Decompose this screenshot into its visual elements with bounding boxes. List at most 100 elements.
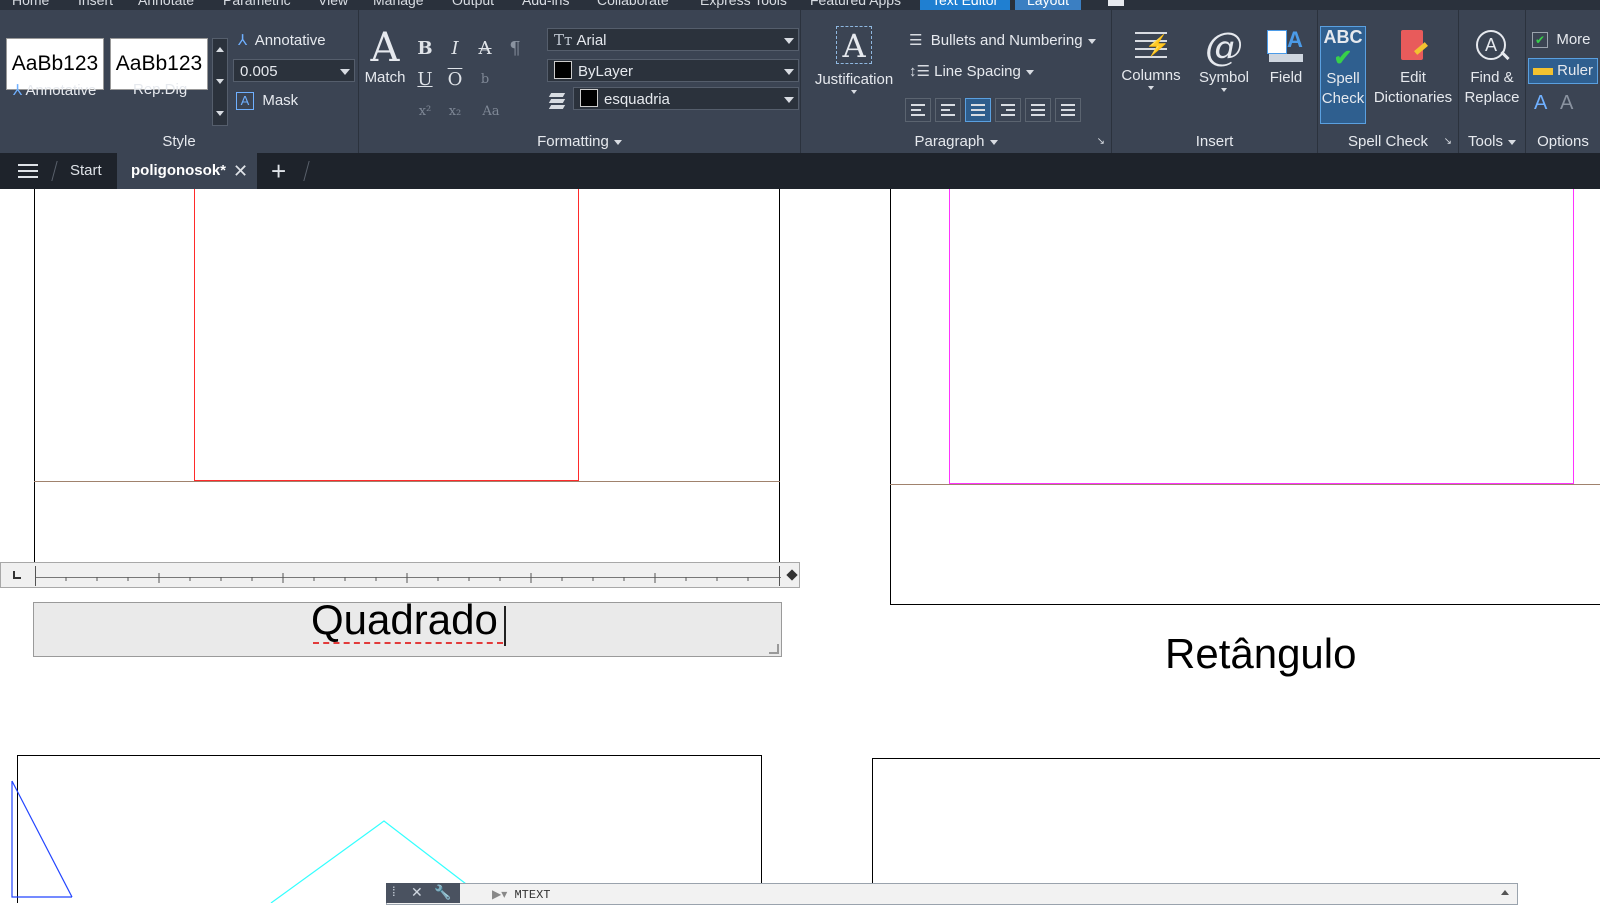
- at-symbol-icon: @: [1205, 25, 1243, 69]
- command-line-grip[interactable]: ⁞ ✕ 🔧: [386, 883, 460, 903]
- tab-add-ins[interactable]: Add-ins: [522, 0, 569, 10]
- layer-combo[interactable]: esquadria: [573, 87, 799, 110]
- find-replace-icon: A: [1474, 28, 1510, 68]
- font-combo[interactable]: Tт Arial: [547, 28, 799, 51]
- expand-styles-icon[interactable]: [216, 111, 224, 116]
- find-replace-button[interactable]: A Find & Replace: [1459, 26, 1525, 108]
- underline-icon[interactable]: U: [416, 71, 434, 89]
- align-right-button[interactable]: [995, 98, 1021, 122]
- scroll-down-icon[interactable]: [216, 79, 224, 84]
- tab-parametric[interactable]: Parametric: [223, 0, 291, 10]
- match-button[interactable]: A Match: [364, 28, 406, 88]
- chevron-down-icon: [851, 90, 857, 94]
- paragraph-format-icon[interactable]: ¶: [506, 40, 524, 58]
- customize-wrench-icon[interactable]: 🔧: [434, 884, 451, 901]
- new-tab-plus-icon[interactable]: +: [271, 153, 286, 189]
- chevron-down-icon: [989, 139, 998, 145]
- spell-check-button[interactable]: ABC ✔ Spell Check: [1320, 26, 1366, 124]
- justify-button[interactable]: [1025, 98, 1051, 122]
- checkbox-icon: ✔: [1532, 32, 1548, 48]
- justification-button[interactable]: A Justification: [811, 26, 897, 94]
- panel-insert-title: Insert: [1195, 133, 1234, 150]
- oblique-icon[interactable]: b: [476, 71, 494, 89]
- tab-poligonosok[interactable]: poligonosok*: [131, 153, 226, 189]
- tab-insert[interactable]: Insert: [78, 0, 113, 10]
- text-ruler[interactable]: [0, 562, 800, 588]
- command-history-up-icon[interactable]: [1501, 890, 1509, 895]
- panel-options-title: Options: [1537, 133, 1589, 150]
- columns-button[interactable]: ⚡ Columns: [1117, 26, 1185, 90]
- panel-tools-title[interactable]: Tools: [1459, 133, 1525, 150]
- tab-express-tools[interactable]: Express Tools: [700, 0, 787, 10]
- style-annotative-label: ⅄ Annotative: [13, 82, 97, 99]
- ruler-toggle[interactable]: Ruler: [1528, 58, 1598, 84]
- drawing-canvas[interactable]: [0, 189, 1600, 903]
- style-scroll[interactable]: [212, 38, 228, 126]
- bold-icon[interactable]: B: [416, 40, 434, 58]
- grip-dots-icon[interactable]: ⁞: [392, 884, 396, 899]
- scroll-up-icon[interactable]: [216, 47, 224, 52]
- superscript-icon[interactable]: x²: [416, 103, 434, 121]
- align-left-button[interactable]: [935, 98, 961, 122]
- annotative-toggle[interactable]: ⅄ Annotative: [238, 31, 326, 49]
- triangle-hypotenuse[interactable]: [11, 780, 73, 898]
- more-button[interactable]: ✔ More: [1532, 31, 1591, 48]
- panel-paragraph-title[interactable]: Paragraph: [801, 133, 1111, 150]
- italic-icon[interactable]: I: [446, 40, 464, 58]
- resize-grip-icon[interactable]: [769, 644, 779, 654]
- rectangle-shape[interactable]: [949, 189, 1574, 484]
- mtext-editor-text[interactable]: Quadrado: [311, 596, 498, 644]
- right-frame-divider: [890, 484, 1600, 485]
- panel-formatting-title[interactable]: Formatting: [359, 133, 800, 150]
- line-spacing-icon: ↕☰: [909, 63, 930, 80]
- chevron-down-icon: [1148, 86, 1154, 90]
- tab-view[interactable]: View: [318, 0, 348, 10]
- symbol-button[interactable]: @ Symbol: [1196, 26, 1252, 92]
- tab-output[interactable]: Output: [452, 0, 494, 10]
- text-height-combo[interactable]: 0.005: [233, 59, 355, 82]
- subscript-icon[interactable]: x₂: [446, 103, 464, 121]
- tab-stop-icon[interactable]: [13, 571, 21, 579]
- rectangle-label[interactable]: Retângulo: [1165, 630, 1356, 678]
- ribbon: Home Insert Annotate Parametric View Man…: [0, 0, 1600, 153]
- quick-access-icon[interactable]: [1108, 0, 1124, 6]
- tab-collaborate[interactable]: Collaborate: [597, 0, 669, 10]
- width-resize-diamond-icon[interactable]: [786, 569, 798, 581]
- chevron-down-icon: [1508, 139, 1517, 145]
- tab-manage[interactable]: Manage: [373, 0, 424, 10]
- square-shape[interactable]: [194, 189, 579, 481]
- edit-dictionaries-button[interactable]: Edit Dictionaries: [1370, 26, 1456, 108]
- paragraph-dialog-launcher-icon[interactable]: ↘: [1097, 136, 1105, 147]
- line-spacing-button[interactable]: ↕☰ Line Spacing: [909, 62, 1034, 80]
- color-combo[interactable]: ByLayer: [547, 59, 799, 82]
- close-command-line-icon[interactable]: ✕: [411, 884, 423, 901]
- distribute-button[interactable]: [1055, 98, 1081, 122]
- hamburger-menu-icon[interactable]: [18, 163, 38, 179]
- command-line[interactable]: ▶▾ MTEXT: [386, 883, 1518, 905]
- tab-home[interactable]: Home: [12, 0, 49, 10]
- tab-featured-apps[interactable]: Featured Apps: [810, 0, 901, 10]
- bullets-numbering-button[interactable]: ☰ Bullets and Numbering: [909, 31, 1096, 49]
- tab-annotate[interactable]: Annotate: [138, 0, 194, 10]
- field-button[interactable]: A Field: [1262, 26, 1310, 88]
- layer-icon: [548, 90, 569, 110]
- chevron-down-icon: [1221, 88, 1227, 92]
- strikethrough-icon[interactable]: A: [476, 40, 494, 58]
- left-frame-divider: [34, 481, 780, 482]
- change-case-icon[interactable]: Aa: [476, 103, 506, 121]
- tab-start[interactable]: Start: [70, 153, 102, 189]
- paragraph-settings-button[interactable]: [905, 98, 931, 122]
- panel-formatting: A Match B I A ¶ U O b x² x₂ Aa Tт Arial …: [359, 10, 801, 153]
- undo-text-icon[interactable]: A: [1534, 92, 1547, 115]
- tab-layout[interactable]: Layout: [1015, 0, 1082, 10]
- tab-text-editor[interactable]: Text Editor: [920, 0, 1011, 10]
- spell-dialog-launcher-icon[interactable]: ↘: [1444, 136, 1452, 147]
- ruler-icon: [1533, 67, 1553, 75]
- chevron-down-icon: [613, 139, 622, 145]
- overline-icon[interactable]: O: [446, 71, 464, 89]
- redo-text-icon[interactable]: A: [1560, 92, 1573, 115]
- align-center-button[interactable]: [965, 98, 991, 122]
- close-tab-icon[interactable]: ✕: [233, 153, 248, 189]
- mask-button[interactable]: A Mask: [236, 92, 298, 110]
- panel-paragraph: A Justification ☰ Bullets and Numbering …: [801, 10, 1112, 153]
